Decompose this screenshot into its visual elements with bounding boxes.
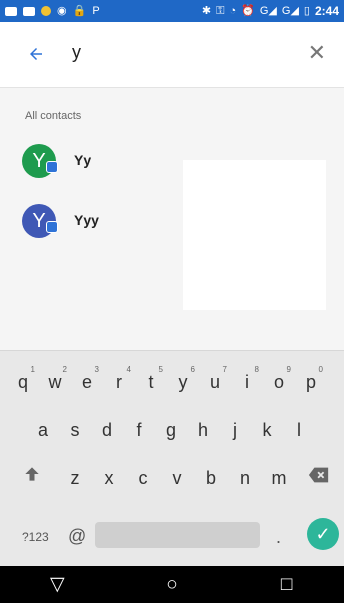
- back-arrow-icon[interactable]: [24, 42, 48, 66]
- key-u[interactable]: 7u: [200, 363, 230, 397]
- alarm-icon: ⏰: [241, 4, 255, 17]
- message-icon: [5, 6, 17, 16]
- search-input[interactable]: y: [72, 42, 81, 63]
- key-b[interactable]: b: [196, 459, 226, 493]
- contact-name: Yy: [74, 152, 92, 168]
- circle-home-icon[interactable]: ○: [154, 573, 190, 597]
- period-key[interactable]: .: [276, 527, 281, 548]
- status-right-icons: ✱ ⚿ ◔ ⏰ G◢ G◢ ▯ 2:44: [202, 4, 339, 18]
- contact-name: Yyy: [74, 212, 99, 228]
- key-d[interactable]: d: [92, 411, 122, 445]
- key-n[interactable]: n: [230, 459, 260, 493]
- status-bar: ◉ 🔒 P ✱ ⚿ ◔ ⏰ G◢ G◢ ▯ 2:44: [0, 0, 344, 22]
- keyboard-row-2: a s d f g h j k l: [0, 411, 344, 453]
- key-i[interactable]: 8i: [232, 363, 262, 397]
- symbols-key[interactable]: ?123: [22, 530, 49, 544]
- key-c[interactable]: c: [128, 459, 158, 493]
- contact-item[interactable]: Y Yy: [0, 132, 180, 190]
- key-v[interactable]: v: [162, 459, 192, 493]
- shift-key[interactable]: [18, 464, 46, 498]
- lock-icon: 🔒: [72, 4, 87, 17]
- contact-badge-icon: [46, 161, 58, 173]
- contact-badge-icon: [46, 221, 58, 233]
- comma-key[interactable]: @: [68, 526, 86, 547]
- signal-g-icon: G◢: [259, 4, 277, 17]
- space-bar[interactable]: [95, 522, 260, 548]
- close-icon[interactable]: ✕: [308, 40, 326, 66]
- key-l[interactable]: l: [284, 411, 314, 445]
- key-r[interactable]: 4r: [104, 363, 134, 397]
- keyboard-row-3: z x c v b n m: [0, 459, 344, 501]
- battery-icon: ▯: [303, 4, 310, 17]
- blank-panel: [183, 160, 326, 310]
- key-w[interactable]: 2w: [40, 363, 70, 397]
- status-left-icons: ◉ 🔒 P: [5, 4, 100, 17]
- backspace-key[interactable]: [304, 466, 334, 500]
- on-screen-keyboard: 1q 2w 3e 4r 5t 6y 7u 8i 9o 0p a s d f g …: [0, 350, 344, 566]
- parking-icon: P: [92, 4, 100, 17]
- triangle-back-icon[interactable]: ▽: [39, 573, 75, 597]
- status-time: 2:44: [314, 4, 339, 18]
- keyboard-row-1: 1q 2w 3e 4r 5t 6y 7u 8i 9o 0p: [0, 363, 344, 405]
- key-o[interactable]: 9o: [264, 363, 294, 397]
- key-z[interactable]: z: [60, 459, 90, 493]
- key-t[interactable]: 5t: [136, 363, 166, 397]
- key-k[interactable]: k: [252, 411, 282, 445]
- key-a[interactable]: a: [28, 411, 58, 445]
- wifi-icon: ◔: [229, 4, 237, 17]
- key-h[interactable]: h: [188, 411, 218, 445]
- key-y[interactable]: 6y: [168, 363, 198, 397]
- done-key[interactable]: ✓: [307, 518, 339, 550]
- square-recents-icon[interactable]: □: [269, 573, 305, 597]
- check-icon: ✓: [315, 523, 331, 544]
- sim-icon: [23, 6, 35, 16]
- key-m[interactable]: m: [264, 459, 294, 493]
- navigation-bar: ▽ ○ □: [0, 566, 344, 603]
- key-x[interactable]: x: [94, 459, 124, 493]
- key-s[interactable]: s: [60, 411, 90, 445]
- signal-g-icon: G◢: [281, 4, 299, 17]
- key-q[interactable]: 1q: [8, 363, 38, 397]
- key-e[interactable]: 3e: [72, 363, 102, 397]
- key-g[interactable]: g: [156, 411, 186, 445]
- contacts-results: All contacts Y Yy Y Yyy: [0, 88, 344, 350]
- key-p[interactable]: 0p: [296, 363, 326, 397]
- app-icon: [41, 6, 51, 16]
- search-bar: y ✕: [0, 22, 344, 88]
- bluetooth-icon: ✱: [201, 4, 212, 17]
- key-j[interactable]: j: [220, 411, 250, 445]
- contact-item[interactable]: Y Yyy: [0, 192, 180, 250]
- key-f[interactable]: f: [124, 411, 154, 445]
- section-title-all-contacts: All contacts: [25, 110, 82, 122]
- key-icon: ⚿: [216, 4, 225, 17]
- settings-icon: ◉: [57, 4, 67, 17]
